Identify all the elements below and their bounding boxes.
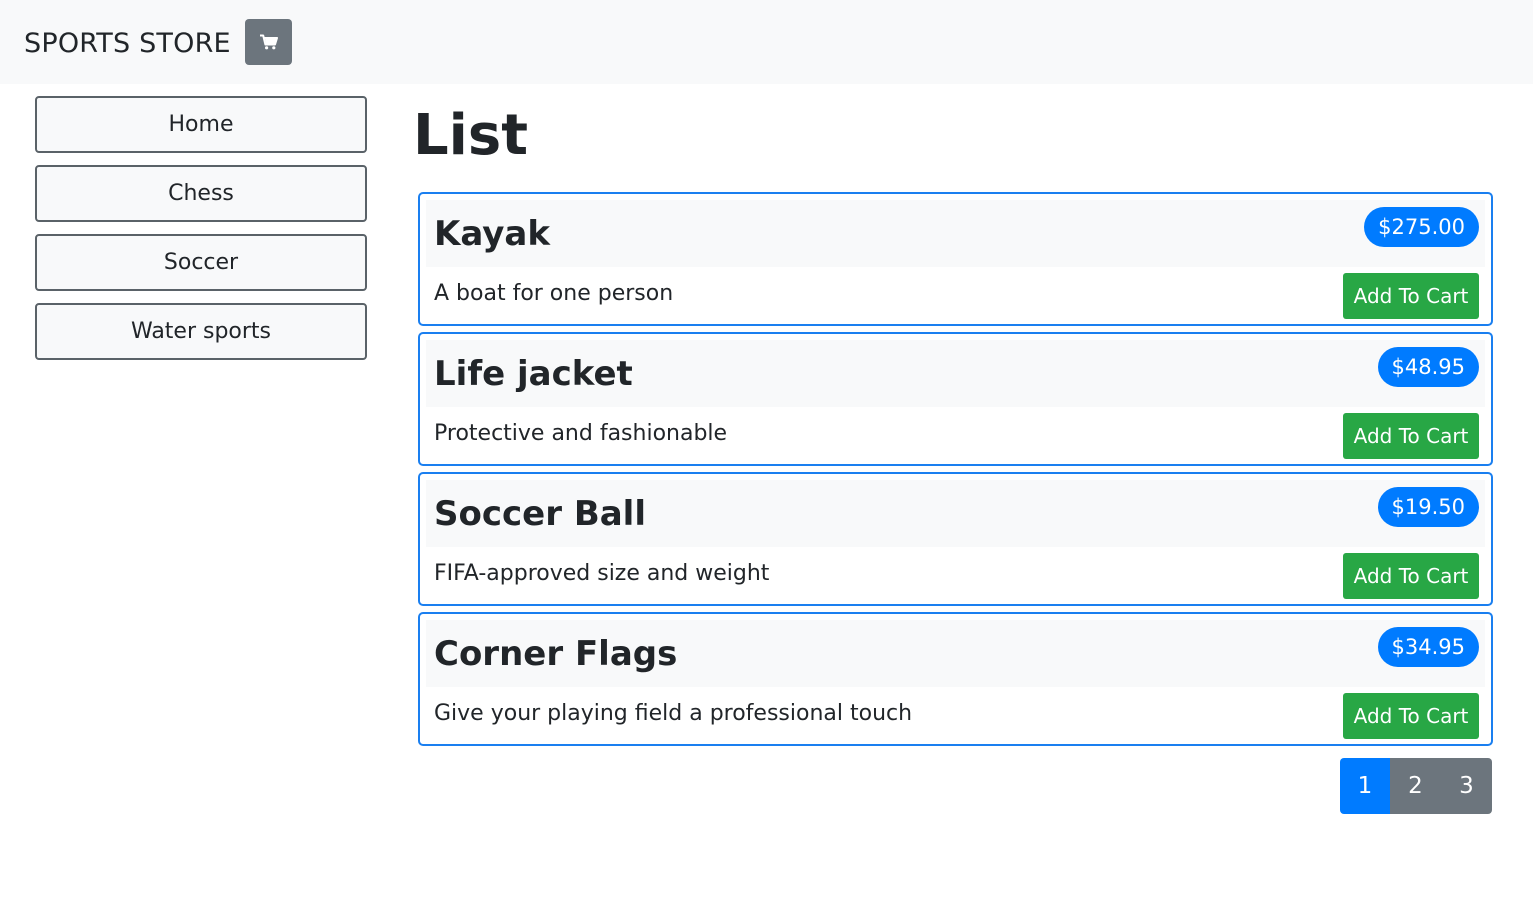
add-to-cart-button[interactable]: Add To Cart [1343, 413, 1479, 459]
product-name: Corner Flags [434, 634, 678, 674]
price-badge: $48.95 [1377, 347, 1479, 387]
product-list: Kayak $275.00 A boat for one person Add … [418, 192, 1493, 752]
price-badge: $19.50 [1377, 487, 1479, 527]
product-card: Soccer Ball $19.50 FIFA-approved size an… [418, 472, 1493, 606]
page-button-2[interactable]: 2 [1390, 758, 1441, 814]
product-description: A boat for one person [434, 281, 674, 306]
page-title: List [413, 103, 528, 168]
add-to-cart-button[interactable]: Add To Cart [1343, 553, 1479, 599]
product-card-header: Kayak $275.00 [426, 200, 1485, 267]
product-card-header: Life jacket $48.95 [426, 340, 1485, 407]
shopping-cart-icon [259, 34, 278, 50]
category-button-soccer[interactable]: Soccer [35, 234, 367, 291]
product-card-header: Soccer Ball $19.50 [426, 480, 1485, 547]
page-button-3[interactable]: 3 [1441, 758, 1492, 814]
product-card-header: Corner Flags $34.95 [426, 620, 1485, 687]
product-card: Life jacket $48.95 Protective and fashio… [418, 332, 1493, 466]
add-to-cart-button[interactable]: Add To Cart [1343, 693, 1479, 739]
category-sidebar: Home Chess Soccer Water sports [35, 96, 367, 372]
product-name: Life jacket [434, 354, 633, 394]
category-button-water-sports[interactable]: Water sports [35, 303, 367, 360]
pagination: 1 2 3 [1340, 758, 1492, 814]
product-name: Soccer Ball [434, 494, 646, 534]
price-badge: $275.00 [1364, 207, 1479, 247]
product-description: FIFA-approved size and weight [434, 561, 770, 586]
navbar: SPORTS STORE [0, 0, 1533, 84]
product-card: Corner Flags $34.95 Give your playing fi… [418, 612, 1493, 746]
page-button-1[interactable]: 1 [1340, 758, 1390, 814]
brand-title[interactable]: SPORTS STORE [24, 26, 231, 62]
add-to-cart-button[interactable]: Add To Cart [1343, 273, 1479, 319]
product-name: Kayak [434, 214, 550, 254]
product-description: Give your playing field a professional t… [434, 701, 913, 726]
product-description: Protective and fashionable [434, 421, 728, 446]
category-button-chess[interactable]: Chess [35, 165, 367, 222]
price-badge: $34.95 [1377, 627, 1479, 667]
cart-button[interactable] [245, 19, 292, 65]
product-card: Kayak $275.00 A boat for one person Add … [418, 192, 1493, 326]
category-button-home[interactable]: Home [35, 96, 367, 153]
